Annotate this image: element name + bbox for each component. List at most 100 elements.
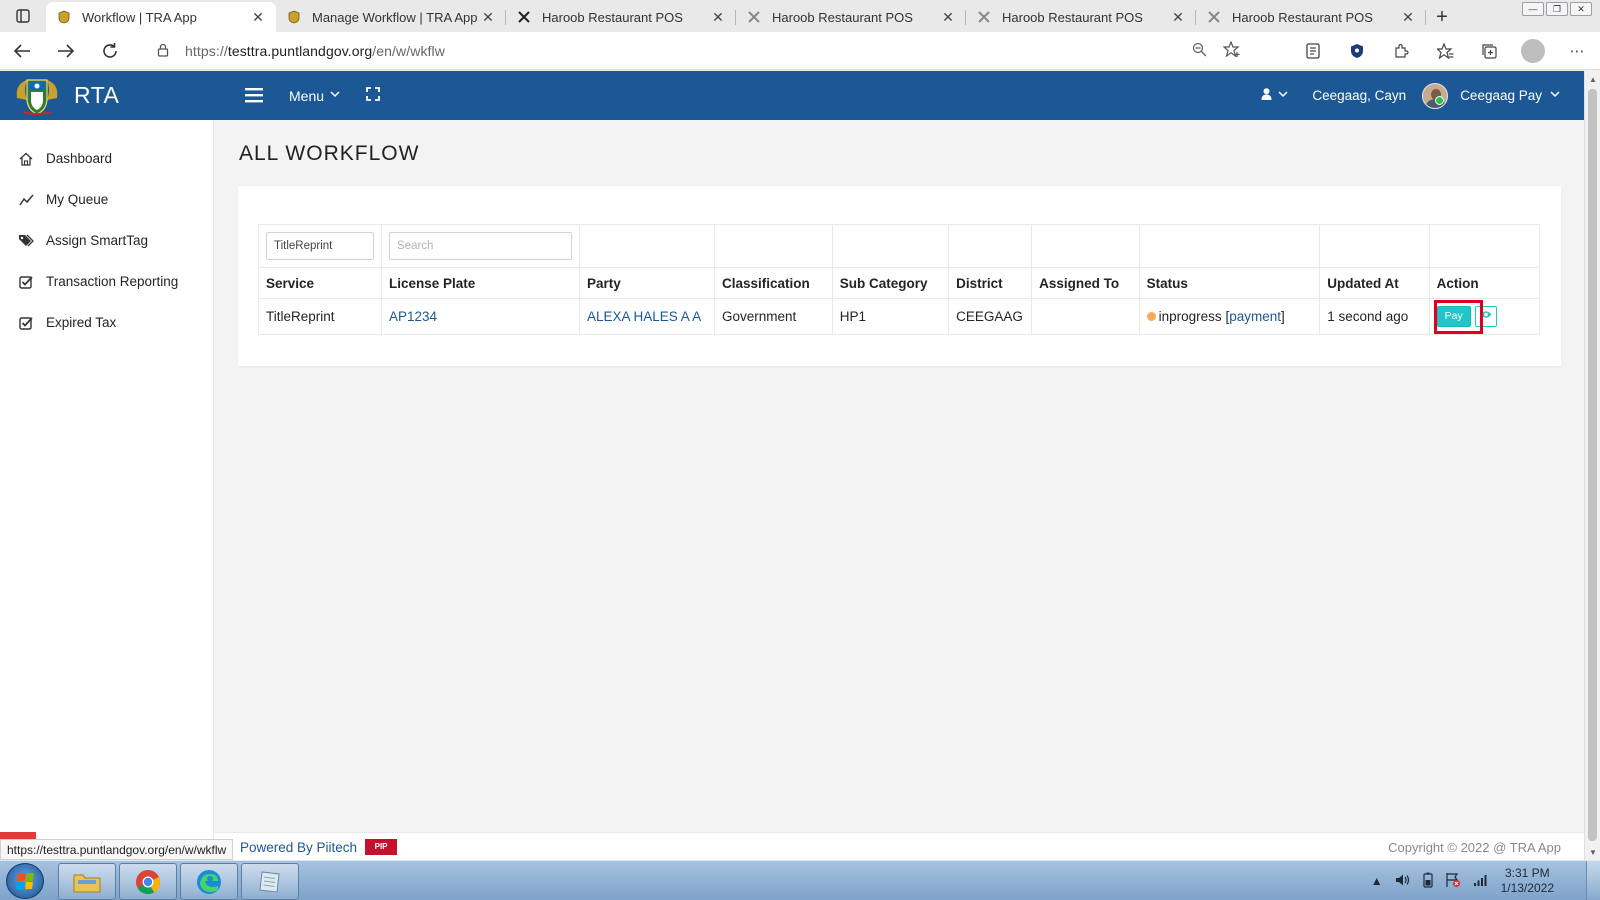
sidebar-item-transaction-reporting[interactable]: Transaction Reporting <box>0 261 213 302</box>
scroll-down-arrow-icon[interactable]: ▼ <box>1585 844 1600 860</box>
license-plate-link[interactable]: AP1234 <box>389 309 437 324</box>
menu-dropdown[interactable]: Menu <box>289 88 340 104</box>
address-bar[interactable]: https://testtra.puntlandgov.org/en/w/wkf… <box>145 36 1255 66</box>
back-button[interactable] <box>0 32 44 70</box>
tray-expand-icon[interactable]: ▲ <box>1371 874 1383 888</box>
browser-tab-haroob-4[interactable]: Haroob Restaurant POS ✕ <box>1196 2 1426 32</box>
minimize-button[interactable]: — <box>1522 2 1544 16</box>
tab-title: Haroob Restaurant POS <box>772 9 913 25</box>
start-button[interactable] <box>6 863 44 899</box>
service-filter-select[interactable]: TitleReprint <box>266 232 374 260</box>
close-window-button[interactable]: ✕ <box>1570 2 1592 16</box>
account-name: Ceegaag Pay <box>1460 88 1542 103</box>
browser-tab-haroob-3[interactable]: Haroob Restaurant POS ✕ <box>966 2 1196 32</box>
column-header-classification[interactable]: Classification <box>713 267 833 299</box>
column-header-party[interactable]: Party <box>579 267 715 299</box>
forward-arrow-icon <box>58 43 75 58</box>
x-logo-icon <box>516 9 532 25</box>
close-icon[interactable]: ✕ <box>1170 9 1186 26</box>
crest-icon <box>286 9 302 25</box>
close-icon[interactable]: ✕ <box>250 9 266 26</box>
search-input[interactable] <box>389 232 572 260</box>
sidebar-item-assign-smarttag[interactable]: Assign SmartTag <box>0 220 213 261</box>
brand-name: RTA <box>74 82 120 108</box>
collections-icon[interactable] <box>1476 38 1502 64</box>
taskbar-clock[interactable]: 3:31 PM 1/13/2022 <box>1501 866 1554 896</box>
browser-extension-bar: ⋯ <box>1300 38 1590 64</box>
file-explorer-taskbar-button[interactable] <box>58 863 116 900</box>
sidebar-item-expired-tax[interactable]: Expired Tax <box>0 302 213 343</box>
zoom-out-icon[interactable] <box>1192 42 1207 60</box>
battery-icon[interactable] <box>1423 872 1433 891</box>
action-center-flag-icon[interactable] <box>1445 872 1461 891</box>
cell-service: TitleReprint <box>258 298 382 335</box>
chevron-down-icon[interactable] <box>1278 90 1288 101</box>
browser-toolbar: https://testtra.puntlandgov.org/en/w/wkf… <box>0 32 1600 70</box>
extensions-icon[interactable] <box>1388 38 1414 64</box>
notepad-taskbar-button[interactable] <box>241 863 299 900</box>
browser-tab-workflow[interactable]: Workflow | TRA App ✕ <box>46 2 276 32</box>
volume-icon[interactable] <box>1395 873 1411 890</box>
line-chart-icon <box>18 194 34 206</box>
chrome-taskbar-button[interactable] <box>119 863 177 900</box>
lock-icon[interactable] <box>157 43 169 60</box>
column-header-status[interactable]: Status <box>1138 267 1321 299</box>
scroll-up-arrow-icon[interactable]: ▲ <box>1585 71 1600 87</box>
cell-district: CEEGAAG <box>948 298 1033 335</box>
column-header-assigned-to[interactable]: Assigned To <box>1031 267 1140 299</box>
account-dropdown[interactable]: Ceegaag Pay <box>1460 88 1560 103</box>
scrollbar-thumb[interactable] <box>1588 89 1597 841</box>
cell-license-plate: AP1234 <box>381 298 580 335</box>
column-header-service[interactable]: Service <box>258 267 382 299</box>
new-tab-button[interactable]: + <box>1426 2 1458 32</box>
edge-taskbar-button[interactable] <box>180 863 238 900</box>
reading-list-icon[interactable] <box>1300 38 1326 64</box>
column-header-district[interactable]: District <box>948 267 1033 299</box>
refresh-button[interactable] <box>88 32 132 70</box>
hamburger-menu-icon[interactable] <box>245 83 263 109</box>
powered-by[interactable]: Powered By Piitech PIP <box>240 839 398 855</box>
view-button[interactable] <box>1474 306 1497 327</box>
party-link[interactable]: ALEXA HALES A A <box>587 309 701 324</box>
x-logo-icon <box>746 9 762 25</box>
filter-cell <box>579 224 715 268</box>
column-header-sub-category[interactable]: Sub Category <box>831 267 950 299</box>
column-header-license-plate[interactable]: License Plate <box>381 267 580 299</box>
close-icon[interactable]: ✕ <box>710 9 726 26</box>
forward-button[interactable] <box>44 32 88 70</box>
tab-actions-icon[interactable] <box>0 0 46 32</box>
window-controls: — ❐ ✕ <box>1522 2 1592 16</box>
clock-time: 3:31 PM <box>1504 866 1550 880</box>
restore-button[interactable]: ❐ <box>1546 2 1568 16</box>
network-signal-icon[interactable] <box>1473 873 1489 890</box>
status-stage-link[interactable]: payment <box>1229 309 1281 324</box>
show-desktop-button[interactable] <box>1586 861 1600 900</box>
avatar[interactable] <box>1422 82 1449 109</box>
browser-tab-haroob-2[interactable]: Haroob Restaurant POS ✕ <box>736 2 966 32</box>
vertical-scrollbar[interactable]: ▲ ▼ <box>1584 71 1600 860</box>
add-favorite-icon[interactable] <box>1222 40 1241 62</box>
browser-tab-manage-workflow[interactable]: Manage Workflow | TRA App ✕ <box>276 2 506 32</box>
brand[interactable]: RTA <box>0 71 214 120</box>
user-icon[interactable] <box>1261 88 1272 103</box>
close-icon[interactable]: ✕ <box>1400 9 1416 26</box>
sidebar-item-dashboard[interactable]: Dashboard <box>0 138 213 179</box>
powered-by-text: Powered By Piitech <box>240 839 358 855</box>
sidebar-item-my-queue[interactable]: My Queue <box>0 179 213 220</box>
edge-icon <box>197 869 221 894</box>
browser-tab-haroob-1[interactable]: Haroob Restaurant POS ✕ <box>506 2 736 32</box>
filter-cell <box>831 224 950 268</box>
more-options-icon[interactable]: ⋯ <box>1564 38 1590 64</box>
url-text: https://testtra.puntlandgov.org/en/w/wkf… <box>185 43 445 59</box>
close-icon[interactable]: ✕ <box>940 9 956 26</box>
sidebar-item-label: Dashboard <box>46 151 113 166</box>
password-manager-icon[interactable] <box>1344 38 1370 64</box>
profile-icon[interactable] <box>1520 38 1546 64</box>
pay-button[interactable]: Pay <box>1436 306 1471 327</box>
table-header-row: Service License Plate Party Classificati… <box>258 267 1541 299</box>
home-icon <box>18 152 34 166</box>
column-header-updated-at[interactable]: Updated At <box>1319 267 1430 299</box>
favorites-icon[interactable] <box>1432 38 1458 64</box>
fullscreen-icon[interactable] <box>366 86 380 105</box>
close-icon[interactable]: ✕ <box>480 9 496 26</box>
